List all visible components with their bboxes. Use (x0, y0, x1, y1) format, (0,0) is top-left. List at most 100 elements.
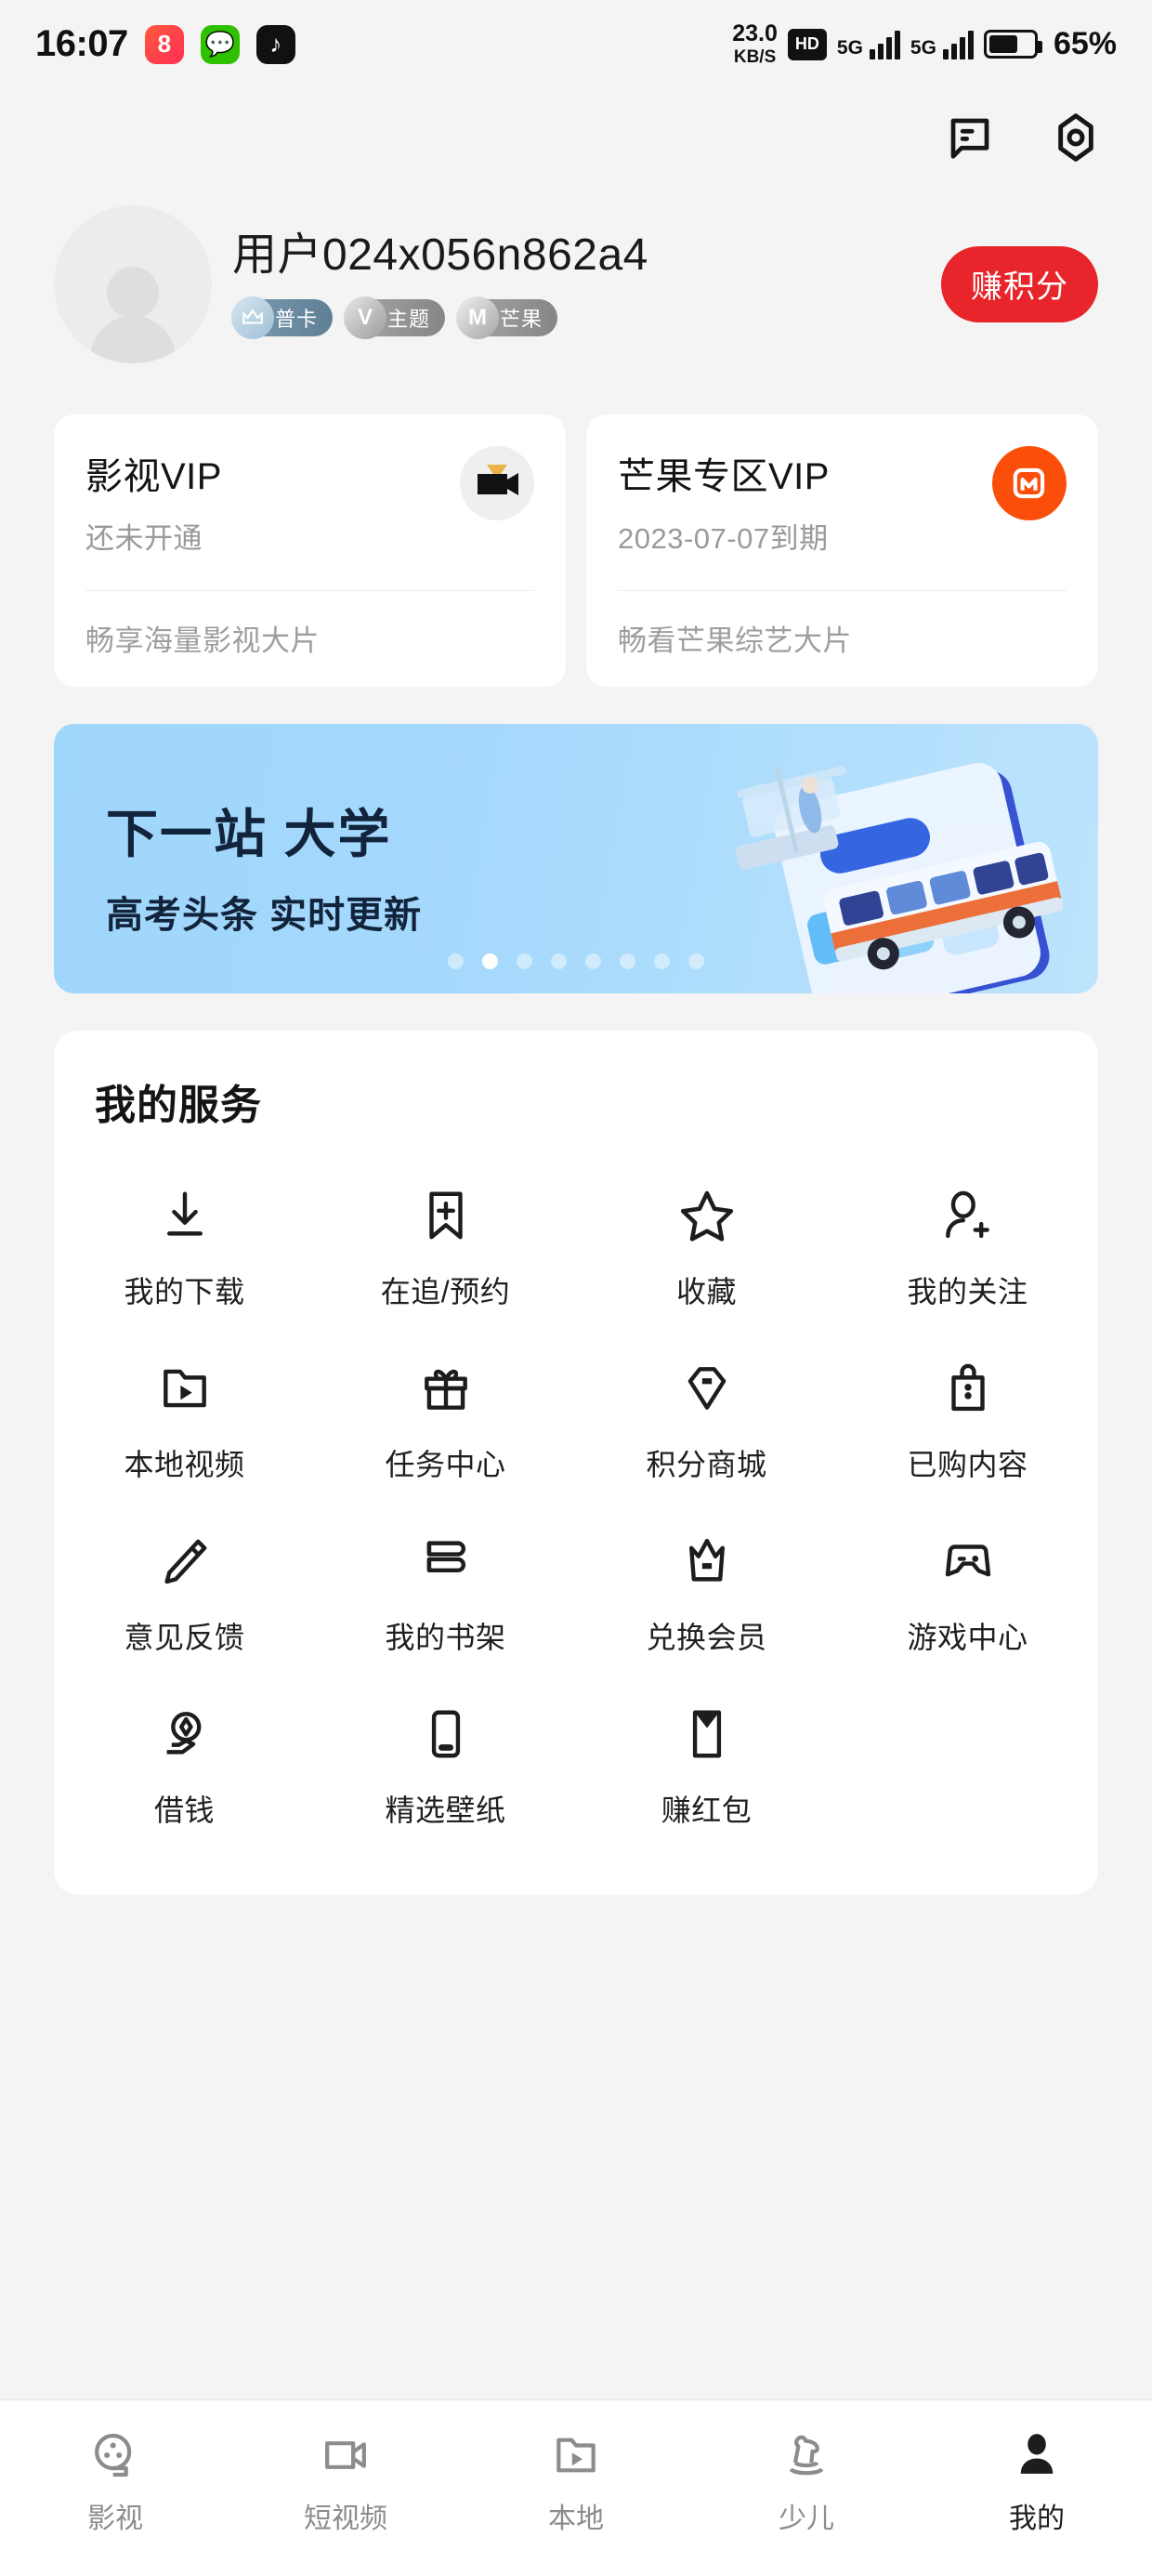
video-vip-icon (460, 446, 534, 520)
earn-points-button[interactable]: 赚积分 (941, 245, 1098, 322)
vip-status: 还未开通 (85, 522, 203, 555)
gamepad-icon (939, 1525, 997, 1597)
star-icon (677, 1179, 737, 1252)
envelope-icon (678, 1698, 736, 1770)
service-purchased[interactable]: 已购内容 (837, 1324, 1098, 1497)
service-label: 已购内容 (907, 1448, 1028, 1481)
vip-card-video[interactable]: 影视VIP 还未开通 畅享海量影视大片 (54, 414, 566, 687)
status-bar-right: 23.0 KB/S HD 5G 5G 65% (732, 20, 1117, 67)
profile-section: 用户024x056n862a4 普卡 V 主题 M 芒果 赚积分 (0, 203, 1152, 365)
service-favorites[interactable]: 收藏 (576, 1151, 837, 1324)
service-feedback[interactable]: 意见反馈 (54, 1497, 315, 1670)
dot[interactable] (620, 953, 635, 969)
school-bus-illustration (735, 763, 1064, 993)
service-redeem-membership[interactable]: 兑换会员 (576, 1497, 837, 1670)
banner-pagination-dots[interactable] (448, 953, 704, 969)
service-bookshelf[interactable]: 我的书架 (315, 1497, 576, 1670)
avatar[interactable] (54, 204, 212, 363)
banner-text: 下一站 大学 高考头条 实时更新 (106, 793, 422, 939)
vip-card-mango[interactable]: 芒果专区VIP 2023-07-07到期 畅看芒果综艺大片 (586, 414, 1098, 687)
hd-icon: HD (787, 28, 827, 60)
person-plus-icon (939, 1179, 997, 1252)
crown-icon (678, 1525, 736, 1597)
dot[interactable] (688, 953, 704, 969)
badge-list: 普卡 V 主题 M 芒果 (231, 296, 941, 339)
theme-badge-icon: V (344, 296, 387, 339)
gift-icon (417, 1352, 475, 1425)
service-points-mall[interactable]: 积分商城 (576, 1324, 837, 1497)
mango-tv-icon (992, 446, 1067, 520)
tab-label: 本地 (548, 2504, 604, 2534)
divider (618, 590, 1067, 591)
header-toolbar (0, 88, 1152, 186)
net-speed-value: 23.0 (732, 20, 778, 46)
tab-short-video[interactable]: 短视频 (230, 2425, 461, 2536)
signal-bars-2 (942, 30, 974, 59)
service-label: 兑换会员 (646, 1621, 767, 1654)
sim1-label: 5G (836, 36, 863, 59)
crown-badge-icon (231, 296, 274, 339)
service-local-video[interactable]: 本地视频 (54, 1324, 315, 1497)
dot[interactable] (551, 953, 567, 969)
tab-label: 我的 (1009, 2504, 1065, 2534)
service-task-center[interactable]: 任务中心 (315, 1324, 576, 1497)
dot[interactable] (517, 953, 532, 969)
service-following-reserve[interactable]: 在追/预约 (315, 1151, 576, 1324)
status-bar-left: 16:07 8 💬 ♪ (35, 23, 295, 65)
badge-label: 普卡 (275, 307, 319, 331)
status-time: 16:07 (35, 23, 128, 64)
service-label: 精选壁纸 (385, 1794, 506, 1827)
tab-local[interactable]: 本地 (461, 2425, 691, 2536)
badge-label: 芒果 (500, 307, 543, 331)
tag-icon (678, 1352, 736, 1425)
hand-coin-icon (156, 1698, 214, 1770)
service-wallpapers[interactable]: 精选壁纸 (315, 1670, 576, 1843)
service-label: 我的下载 (124, 1275, 245, 1308)
service-label: 赚红包 (661, 1794, 753, 1827)
vip-card-header: 芒果专区VIP 2023-07-07到期 (618, 446, 1067, 557)
vip-card-row: 影视VIP 还未开通 畅享海量影视大片 芒果专区VIP 2023-07-07到期 (0, 414, 1152, 687)
vip-footer: 畅享海量影视大片 (85, 624, 320, 657)
services-grid: 我的下载 在追/预约 收藏 我的关注 本地视频 任务中心 积分商城 已购内容 意… (54, 1151, 1098, 1843)
dot[interactable] (585, 953, 601, 969)
service-my-downloads[interactable]: 我的下载 (54, 1151, 315, 1324)
tab-movies[interactable]: 影视 (0, 2425, 230, 2536)
banner-headline: 下一站 大学 (106, 805, 392, 863)
service-game-center[interactable]: 游戏中心 (837, 1497, 1098, 1670)
dot[interactable] (654, 953, 670, 969)
settings-icon[interactable] (1046, 108, 1106, 167)
mango-badge-icon: M (456, 296, 500, 339)
service-earn-redpacket[interactable]: 赚红包 (576, 1670, 837, 1843)
service-label: 我的书架 (385, 1621, 506, 1654)
rocking-horse-icon (780, 2425, 832, 2486)
status-bar: 16:07 8 💬 ♪ 23.0 KB/S HD 5G 5G 65% (0, 0, 1152, 88)
dot-active[interactable] (482, 953, 498, 969)
badge-mango[interactable]: M 芒果 (456, 296, 558, 339)
badge-theme[interactable]: V 主题 (344, 296, 446, 339)
signal-bars-1 (869, 30, 900, 59)
service-my-following[interactable]: 我的关注 (837, 1151, 1098, 1324)
sim2-label: 5G (910, 36, 936, 59)
pencil-icon (156, 1525, 214, 1597)
shopping-bag-icon (939, 1352, 997, 1425)
promo-banner[interactable]: 下一站 大学 高考头条 实时更新 (54, 724, 1098, 993)
bottom-navigation: 影视 短视频 本地 少儿 我的 (0, 2399, 1152, 2576)
dot[interactable] (448, 953, 464, 969)
phone-icon (417, 1698, 475, 1770)
tab-kids[interactable]: 少儿 (691, 2425, 922, 2536)
service-label: 游戏中心 (907, 1621, 1028, 1654)
person-icon (1011, 2425, 1063, 2486)
my-services-card: 我的服务 我的下载 在追/预约 收藏 我的关注 本地视频 任务中心 积分商城 已… (54, 1031, 1098, 1895)
service-borrow-money[interactable]: 借钱 (54, 1670, 315, 1843)
badge-label: 主题 (387, 307, 431, 331)
message-icon[interactable] (940, 108, 1000, 167)
service-label: 意见反馈 (124, 1621, 245, 1654)
tab-mine[interactable]: 我的 (922, 2425, 1152, 2536)
download-icon (156, 1179, 214, 1252)
signal-sim2: 5G (910, 30, 974, 59)
battery-icon (983, 30, 1042, 59)
service-label: 我的关注 (907, 1275, 1028, 1308)
badge-putong-card[interactable]: 普卡 (231, 296, 334, 339)
kuaishou-icon: 8 (144, 24, 184, 64)
douyin-icon: ♪ (255, 24, 295, 64)
